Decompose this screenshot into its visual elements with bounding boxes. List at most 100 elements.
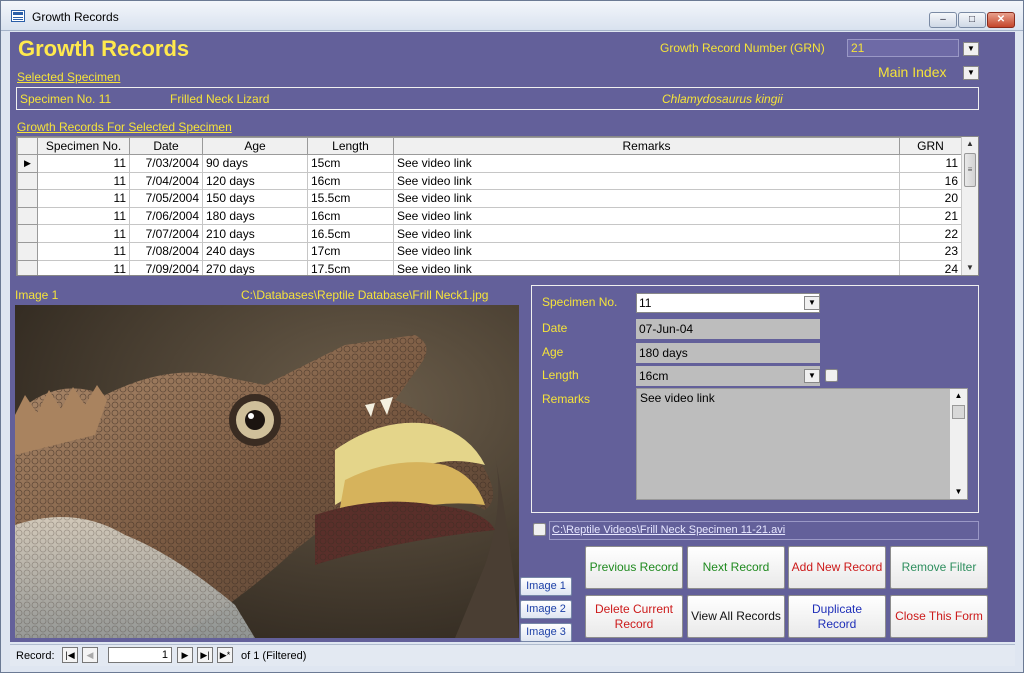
length-checkbox[interactable] (825, 369, 838, 382)
row-selector[interactable] (17, 259, 38, 275)
close-window-button[interactable]: ✕ (987, 12, 1015, 28)
table-cell[interactable]: See video link (393, 207, 900, 226)
image-1-button[interactable]: Image 1 (520, 577, 572, 596)
table-cell[interactable]: 7/09/2004 (129, 260, 203, 275)
next-record-icon[interactable]: ▶ (177, 647, 193, 663)
table-row[interactable]: 11 7/06/2004 180 days 16cm See video link 21 (17, 206, 962, 226)
table-cell[interactable]: 16.5cm (307, 224, 394, 243)
scroll-thumb[interactable] (952, 405, 965, 419)
table-cell[interactable]: 7/03/2004 (129, 154, 203, 173)
last-record-icon[interactable]: ▶| (197, 647, 213, 663)
row-selector[interactable] (17, 189, 38, 208)
column-header[interactable]: Date (129, 137, 203, 155)
maximize-button[interactable]: □ (958, 12, 986, 28)
table-row[interactable]: 11 7/08/2004 240 days 17cm See video link 23 (17, 241, 962, 261)
row-selector[interactable] (17, 171, 38, 191)
specimen-dropdown-button[interactable]: ▼ (804, 296, 820, 310)
video-link[interactable]: C:\Reptile Videos\Frill Neck Specimen 11… (552, 524, 785, 536)
close-form-button[interactable]: Close This Form (890, 595, 988, 638)
remarks-scrollbar[interactable]: ▲ ▼ (950, 389, 967, 499)
table-cell[interactable]: 17.5cm (307, 260, 394, 275)
age-field[interactable]: 180 days (636, 343, 820, 363)
next-record-button[interactable]: Next Record (687, 546, 785, 589)
table-cell[interactable]: 24 (899, 260, 962, 275)
row-selector[interactable] (17, 224, 38, 243)
table-cell[interactable]: 270 days (202, 260, 308, 275)
table-cell[interactable]: 11 (37, 260, 130, 275)
table-row[interactable]: 11 7/09/2004 270 days 17.5cm See video link 2… (17, 259, 962, 275)
image-3-button[interactable]: Image 3 (520, 623, 572, 642)
table-cell[interactable]: 120 days (202, 172, 308, 191)
add-new-record-button[interactable]: Add New Record (788, 546, 886, 589)
table-cell[interactable]: 23 (899, 242, 962, 261)
scroll-down-icon[interactable]: ▼ (950, 485, 967, 499)
table-cell[interactable]: 210 days (202, 224, 308, 243)
table-cell[interactable]: 7/08/2004 (129, 242, 203, 261)
delete-record-button[interactable]: Delete Current Record (585, 595, 683, 638)
table-cell[interactable]: 90 days (202, 154, 308, 173)
table-cell[interactable]: 7/05/2004 (129, 189, 203, 208)
table-cell[interactable]: 22 (899, 224, 962, 243)
table-cell[interactable]: 11 (37, 207, 130, 226)
previous-record-button[interactable]: Previous Record (585, 546, 683, 589)
table-cell[interactable]: 15.5cm (307, 189, 394, 208)
specimen-number-combo[interactable]: 11 (636, 293, 820, 313)
minimize-button[interactable]: – (929, 12, 957, 28)
remarks-textarea[interactable]: See video link ▲ ▼ (636, 388, 968, 500)
length-combo[interactable]: 16cm (636, 366, 820, 386)
table-row[interactable]: ▶ 11 7/03/2004 90 days 15cm See video link 11 (17, 154, 962, 173)
scroll-up-icon[interactable]: ▲ (962, 137, 978, 151)
column-header[interactable]: Remarks (393, 137, 900, 155)
table-cell[interactable]: 11 (37, 242, 130, 261)
table-cell[interactable]: 16 (899, 172, 962, 191)
table-cell[interactable]: 11 (37, 154, 130, 173)
table-cell[interactable]: 7/04/2004 (129, 172, 203, 191)
length-dropdown-button[interactable]: ▼ (804, 369, 820, 383)
scroll-down-icon[interactable]: ▼ (962, 261, 978, 275)
row-selector[interactable]: ▶ (17, 154, 38, 173)
table-cell[interactable]: 180 days (202, 207, 308, 226)
image-2-button[interactable]: Image 2 (520, 600, 572, 619)
prev-record-icon[interactable]: ◀ (82, 647, 98, 663)
table-cell[interactable]: 16cm (307, 172, 394, 191)
title-bar[interactable]: Growth Records – □ ✕ (1, 1, 1023, 31)
table-cell[interactable]: 17cm (307, 242, 394, 261)
duplicate-record-button[interactable]: Duplicate Record (788, 595, 886, 638)
remove-filter-button[interactable]: Remove Filter (890, 546, 988, 589)
table-cell[interactable]: 11 (37, 224, 130, 243)
grn-field[interactable]: 21 (847, 39, 959, 57)
table-cell[interactable]: 15cm (307, 154, 394, 173)
scroll-thumb[interactable]: ≡ (964, 153, 976, 187)
column-header[interactable]: Specimen No. (37, 137, 130, 155)
table-row[interactable]: 11 7/07/2004 210 days 16.5cm See video link 2… (17, 224, 962, 243)
scroll-up-icon[interactable]: ▲ (950, 389, 967, 403)
grn-dropdown-button[interactable]: ▼ (963, 42, 979, 56)
new-record-icon[interactable]: ▶* (217, 647, 233, 663)
column-header[interactable]: GRN (899, 137, 962, 155)
table-cell[interactable]: 150 days (202, 189, 308, 208)
table-cell[interactable]: 21 (899, 207, 962, 226)
current-record-input[interactable]: 1 (108, 647, 172, 663)
first-record-icon[interactable]: |◀ (62, 647, 78, 663)
date-field[interactable]: 07-Jun-04 (636, 319, 820, 339)
view-all-records-button[interactable]: View All Records (687, 595, 785, 638)
row-selector[interactable] (17, 206, 38, 226)
table-cell[interactable]: 7/07/2004 (129, 224, 203, 243)
table-cell[interactable]: 11 (37, 172, 130, 191)
table-row[interactable]: 11 7/04/2004 120 days 16cm See video link 16 (17, 171, 962, 191)
table-row[interactable]: 11 7/05/2004 150 days 15.5cm See video link 2… (17, 189, 962, 208)
table-cell[interactable]: See video link (393, 224, 900, 243)
table-cell[interactable]: See video link (393, 172, 900, 191)
records-scrollbar[interactable]: ▲ ≡ ▼ (961, 137, 978, 275)
main-index-dropdown-button[interactable]: ▼ (963, 66, 979, 80)
table-cell[interactable]: See video link (393, 260, 900, 275)
video-link-box[interactable]: C:\Reptile Videos\Frill Neck Specimen 11… (549, 521, 979, 540)
table-cell[interactable]: 7/06/2004 (129, 207, 203, 226)
table-cell[interactable]: 11 (899, 154, 962, 173)
table-cell[interactable]: See video link (393, 242, 900, 261)
table-cell[interactable]: See video link (393, 189, 900, 208)
table-cell[interactable]: 16cm (307, 207, 394, 226)
table-cell[interactable]: 20 (899, 189, 962, 208)
column-header[interactable]: Age (202, 137, 308, 155)
row-selector[interactable] (17, 241, 38, 261)
